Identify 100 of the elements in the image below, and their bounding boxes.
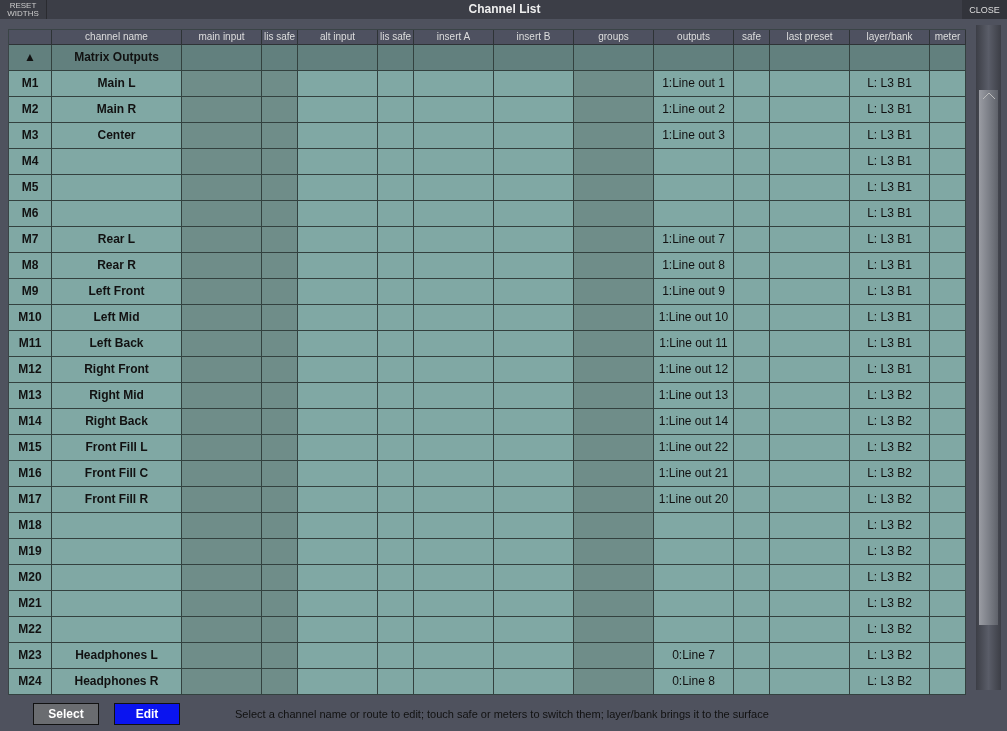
table-cell[interactable]: L: L3 B2 — [850, 487, 930, 513]
table-cell[interactable] — [770, 201, 850, 227]
table-cell[interactable]: 1:Line out 10 — [654, 305, 734, 331]
table-cell[interactable]: L: L3 B2 — [850, 643, 930, 669]
table-cell[interactable]: L: L3 B2 — [850, 539, 930, 565]
table-cell[interactable] — [734, 383, 770, 409]
table-cell[interactable] — [262, 435, 298, 461]
table-cell[interactable] — [298, 305, 378, 331]
table-cell[interactable] — [734, 357, 770, 383]
table-cell[interactable] — [770, 643, 850, 669]
channel-name[interactable]: Left Front — [52, 279, 182, 305]
table-cell[interactable] — [494, 123, 574, 149]
channel-name[interactable]: Right Front — [52, 357, 182, 383]
table-cell[interactable] — [770, 669, 850, 695]
table-cell[interactable] — [414, 617, 494, 643]
table-cell[interactable] — [574, 201, 654, 227]
table-cell[interactable]: L: L3 B2 — [850, 669, 930, 695]
table-cell[interactable] — [414, 435, 494, 461]
table-cell[interactable]: L: L3 B1 — [850, 279, 930, 305]
column-header[interactable]: groups — [574, 30, 654, 45]
table-cell[interactable] — [574, 175, 654, 201]
table-cell[interactable] — [414, 149, 494, 175]
table-cell[interactable] — [734, 201, 770, 227]
table-cell[interactable] — [494, 487, 574, 513]
table-cell[interactable] — [574, 71, 654, 97]
table-cell[interactable] — [734, 539, 770, 565]
table-cell[interactable] — [414, 513, 494, 539]
table-cell[interactable] — [298, 617, 378, 643]
mode-button[interactable]: Select — [33, 703, 99, 725]
table-cell[interactable] — [770, 513, 850, 539]
table-cell[interactable] — [574, 435, 654, 461]
table-cell[interactable] — [654, 201, 734, 227]
scroll-thumb[interactable] — [979, 90, 998, 625]
column-header[interactable]: lis safe — [262, 30, 298, 45]
table-cell[interactable]: L: L3 B2 — [850, 565, 930, 591]
table-cell[interactable] — [770, 97, 850, 123]
table-cell[interactable] — [262, 617, 298, 643]
table-cell[interactable] — [494, 383, 574, 409]
channel-name[interactable]: Left Back — [52, 331, 182, 357]
table-cell[interactable] — [770, 175, 850, 201]
table-cell[interactable] — [770, 149, 850, 175]
table-cell[interactable]: 1:Line out 7 — [654, 227, 734, 253]
table-cell[interactable] — [414, 669, 494, 695]
mode-button[interactable]: Edit — [114, 703, 180, 725]
table-cell[interactable] — [378, 123, 414, 149]
table-cell[interactable] — [574, 357, 654, 383]
table-cell[interactable] — [262, 253, 298, 279]
table-cell[interactable] — [494, 591, 574, 617]
table-cell[interactable] — [574, 123, 654, 149]
table-cell[interactable] — [414, 71, 494, 97]
table-cell[interactable] — [494, 331, 574, 357]
table-cell[interactable] — [414, 279, 494, 305]
table-cell[interactable]: L: L3 B2 — [850, 513, 930, 539]
table-cell[interactable] — [574, 591, 654, 617]
table-cell[interactable] — [414, 123, 494, 149]
table-cell[interactable] — [574, 669, 654, 695]
table-cell[interactable] — [298, 97, 378, 123]
table-cell[interactable]: 1:Line out 20 — [654, 487, 734, 513]
table-cell[interactable]: 1:Line out 13 — [654, 383, 734, 409]
table-cell[interactable] — [574, 617, 654, 643]
table-cell[interactable]: 1:Line out 12 — [654, 357, 734, 383]
table-cell[interactable] — [378, 591, 414, 617]
table-cell[interactable] — [378, 539, 414, 565]
table-cell[interactable] — [298, 487, 378, 513]
table-cell[interactable] — [734, 487, 770, 513]
table-cell[interactable] — [770, 305, 850, 331]
table-cell[interactable] — [494, 201, 574, 227]
table-cell[interactable] — [494, 357, 574, 383]
table-cell[interactable] — [930, 201, 966, 227]
table-cell[interactable] — [378, 97, 414, 123]
table-cell[interactable] — [734, 149, 770, 175]
table-cell[interactable] — [574, 487, 654, 513]
table-cell[interactable] — [654, 149, 734, 175]
table-cell[interactable] — [930, 669, 966, 695]
table-cell[interactable] — [298, 565, 378, 591]
table-cell[interactable] — [770, 617, 850, 643]
table-cell[interactable] — [494, 643, 574, 669]
table-cell[interactable] — [930, 97, 966, 123]
table-cell[interactable]: 1:Line out 2 — [654, 97, 734, 123]
table-cell[interactable] — [494, 513, 574, 539]
table-cell[interactable] — [494, 97, 574, 123]
table-cell[interactable] — [930, 487, 966, 513]
table-cell[interactable]: L: L3 B2 — [850, 591, 930, 617]
table-cell[interactable] — [930, 149, 966, 175]
table-cell[interactable]: L: L3 B2 — [850, 435, 930, 461]
table-cell[interactable] — [770, 539, 850, 565]
table-cell[interactable] — [930, 71, 966, 97]
table-cell[interactable] — [414, 643, 494, 669]
table-cell[interactable] — [298, 175, 378, 201]
table-cell[interactable] — [414, 383, 494, 409]
table-cell[interactable] — [770, 565, 850, 591]
table-cell[interactable] — [262, 565, 298, 591]
table-cell[interactable] — [494, 149, 574, 175]
table-cell[interactable] — [378, 669, 414, 695]
table-cell[interactable]: L: L3 B1 — [850, 227, 930, 253]
table-cell[interactable] — [494, 539, 574, 565]
table-cell[interactable] — [770, 461, 850, 487]
table-cell[interactable]: L: L3 B1 — [850, 149, 930, 175]
scrollbar[interactable] — [976, 25, 1001, 690]
table-cell[interactable] — [298, 435, 378, 461]
